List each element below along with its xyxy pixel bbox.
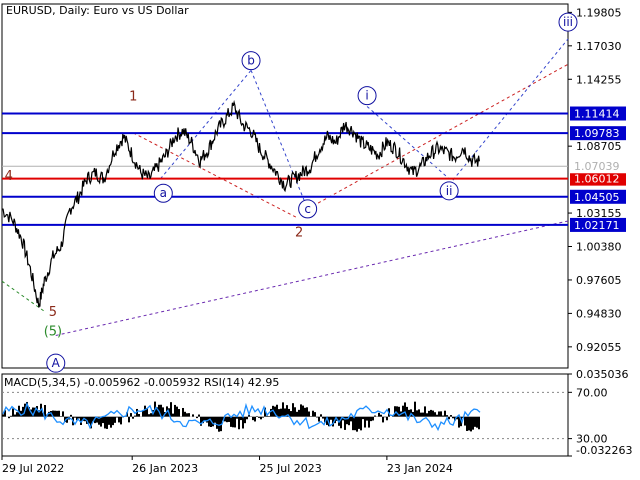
x-tick-label: 26 Jan 2023 [132, 462, 198, 475]
price-chart: 1.198051.170301.142551.087051.031551.003… [1, 3, 632, 475]
indicator-y-label: 70.00 [576, 386, 608, 399]
wave-count-label: 1 [129, 89, 137, 104]
level-label: 1.04505 [574, 191, 620, 204]
wave-label: c [304, 202, 311, 216]
indicator-title: MACD(5,34,5) -0.005962 -0.005932 RSI(14)… [4, 376, 280, 389]
wave-count-label-green: (5) [44, 324, 62, 339]
x-tick-label: 25 Jul 2023 [260, 462, 322, 475]
y-tick-label: 1.17030 [576, 40, 622, 53]
wave-label: iii [563, 15, 573, 29]
wave-count-label: 2 [295, 226, 303, 241]
wave-label: a [160, 186, 167, 200]
y-tick-label: 0.94830 [576, 307, 622, 320]
price-panel-frame [1, 3, 569, 369]
level-label: 1.02171 [574, 219, 620, 232]
wave-label: i [365, 89, 368, 103]
level-label: 1.09783 [574, 127, 620, 140]
chart-title: EURUSD, Daily: Euro vs US Dollar [6, 4, 189, 17]
y-tick-label: 1.08705 [576, 140, 622, 153]
wave-label: b [247, 54, 255, 68]
level-label: 1.11414 [574, 108, 620, 121]
indicator-y-label: 0.035036 [576, 368, 629, 381]
wave-label: ii [446, 184, 453, 198]
y-tick-label: 1.19805 [576, 6, 622, 19]
wave-count-label: 4 [5, 169, 13, 184]
level-label: 1.06012 [574, 173, 620, 186]
y-tick-label: 0.97605 [576, 274, 622, 287]
y-tick-label: 1.14255 [576, 73, 622, 86]
wave-count-label: 5 [49, 305, 57, 320]
level-label: 1.07039 [574, 160, 620, 173]
x-tick-label: 23 Jan 2024 [387, 462, 453, 475]
y-tick-label: 1.00380 [576, 241, 622, 254]
wave-label: A [52, 356, 61, 370]
y-tick-label: 0.92055 [576, 341, 622, 354]
indicator-y-label: -0.032263 [576, 444, 632, 457]
x-tick-label: 29 Jul 2022 [2, 462, 64, 475]
